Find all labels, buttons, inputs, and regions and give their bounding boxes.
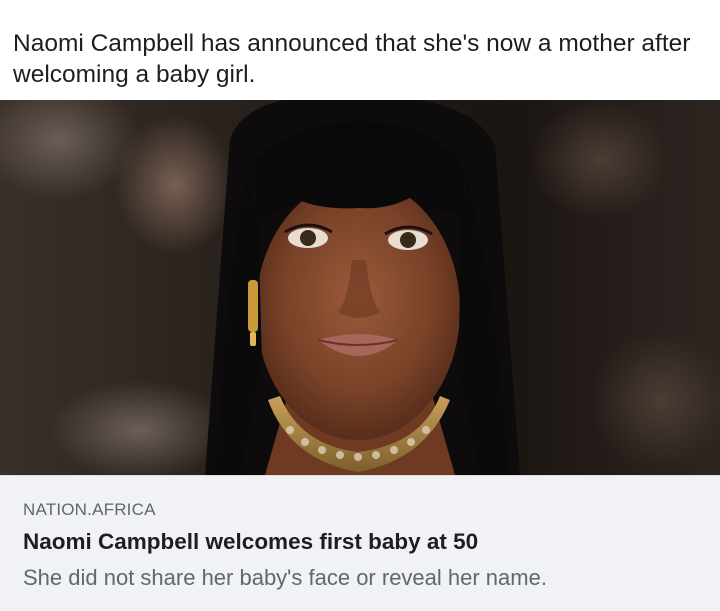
portrait-photo [0, 100, 720, 475]
link-headline[interactable]: Naomi Campbell welcomes first baby at 50 [23, 529, 703, 555]
link-preview-card[interactable]: NATION.AFRICA Naomi Campbell welcomes fi… [0, 475, 720, 611]
link-domain: NATION.AFRICA [23, 500, 156, 519]
post-caption: Naomi Campbell has announced that she's … [13, 30, 691, 88]
link-preview-image[interactable] [0, 100, 720, 475]
feed-post: Naomi Campbell has announced that she's … [0, 0, 720, 611]
link-subtitle: She did not share her baby's face or rev… [23, 565, 547, 590]
